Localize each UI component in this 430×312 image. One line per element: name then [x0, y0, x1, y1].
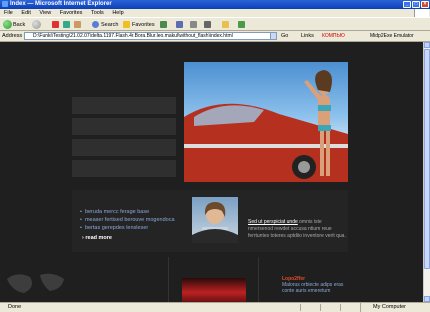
side-links: • beruda mercc ferage base • measer fertis…: [80, 208, 175, 232]
favorites-button[interactable]: Favorites: [123, 20, 155, 29]
back-arrow-icon: [3, 20, 12, 29]
star-icon: [123, 21, 130, 28]
hero-image: [184, 62, 348, 182]
divider: [168, 257, 169, 302]
address-bar: Address D:\Funki\Testing\21.02.07\delta.…: [0, 31, 430, 42]
mail-icon: [176, 21, 183, 28]
scroll-up-button[interactable]: [424, 42, 430, 48]
nav-block-4[interactable]: [72, 160, 176, 177]
messenger-icon: [238, 21, 245, 28]
car-model-photo: [184, 70, 348, 182]
window-title: Index — Microsoft Internet Explorer: [10, 1, 112, 7]
folder-button[interactable]: [222, 20, 229, 29]
history-button[interactable]: [160, 20, 167, 29]
ie-icon: [2, 1, 8, 7]
scroll-thumb[interactable]: [424, 49, 430, 269]
menu-file[interactable]: File: [4, 10, 13, 16]
messenger-button[interactable]: [238, 20, 245, 29]
world-map-graphic: [7, 273, 64, 293]
divider: [258, 257, 259, 302]
links-button[interactable]: Links: [301, 33, 314, 39]
minimize-button[interactable]: _: [403, 1, 411, 8]
nav-block-3[interactable]: [72, 139, 176, 156]
nav-block-1[interactable]: [72, 97, 176, 114]
teaser-link[interactable]: Sed ut perspiciat unde: [248, 219, 298, 225]
car-detail-image: [182, 278, 246, 302]
forward-arrow-icon: [32, 20, 41, 29]
search-icon: [92, 21, 99, 28]
print-icon: [190, 21, 197, 28]
nav-block-2[interactable]: [72, 118, 176, 135]
menu-tools[interactable]: Tools: [91, 10, 104, 16]
forward-button[interactable]: [32, 20, 42, 29]
security-zone: My Computer: [360, 303, 428, 312]
menu-view[interactable]: View: [39, 10, 51, 16]
toolbar: Back Search Favorites: [0, 17, 430, 31]
stop-icon: [52, 21, 59, 28]
refresh-button[interactable]: [63, 20, 70, 29]
back-button[interactable]: Back: [3, 20, 25, 29]
read-more-link[interactable]: › read more: [82, 235, 112, 241]
side-link-3[interactable]: • bertas gerepdes lensleser: [80, 224, 175, 232]
windows-logo-icon: [414, 9, 429, 17]
emulator-button[interactable]: Midp2Exe Emulator: [370, 32, 414, 40]
menu-bar: File Edit View Favorites Tools Help: [0, 9, 430, 17]
side-link-2[interactable]: • measer fertised berouve mogendoca: [80, 216, 175, 224]
page-viewport: • beruda mercc ferage base • measer fertis…: [0, 42, 423, 302]
home-button[interactable]: [74, 20, 81, 29]
mail-button[interactable]: [176, 20, 183, 29]
menu-edit[interactable]: Edit: [21, 10, 30, 16]
history-icon: [160, 21, 167, 28]
folder-icon: [222, 21, 229, 28]
title-bar: Index — Microsoft Internet Explorer _ □ …: [0, 0, 430, 9]
toolbar-extension[interactable]: КОМПЬЮ: [322, 32, 362, 40]
edit-icon: [204, 21, 211, 28]
menu-help[interactable]: Help: [112, 10, 123, 16]
vertical-scrollbar[interactable]: [423, 42, 430, 302]
thumbnail-photo: [192, 197, 238, 243]
menu-favorites[interactable]: Favorites: [60, 10, 83, 16]
address-dropdown[interactable]: [270, 32, 277, 40]
address-label: Address: [2, 33, 23, 39]
print-button[interactable]: [190, 20, 197, 29]
refresh-icon: [63, 21, 70, 28]
side-link-1[interactable]: • beruda mercc ferage base: [80, 208, 175, 216]
search-button[interactable]: Search: [92, 20, 118, 29]
go-button[interactable]: Go: [281, 33, 288, 39]
teaser-text: Sed ut perspiciat unde omnis iste nmerse…: [248, 219, 346, 239]
maximize-button[interactable]: □: [412, 1, 420, 8]
lower-news: Lopo2ffer Malorus orbiecte adips eras co…: [282, 276, 344, 294]
home-icon: [74, 21, 81, 28]
status-bar: Done My Computer: [0, 302, 430, 312]
stop-button[interactable]: [52, 20, 59, 29]
close-button[interactable]: ×: [421, 1, 429, 8]
status-text: Done: [8, 304, 22, 310]
edit-button[interactable]: [204, 20, 211, 29]
address-input[interactable]: D:\Funki\Testing\21.02.07\delta.1197.Fla…: [24, 32, 276, 40]
